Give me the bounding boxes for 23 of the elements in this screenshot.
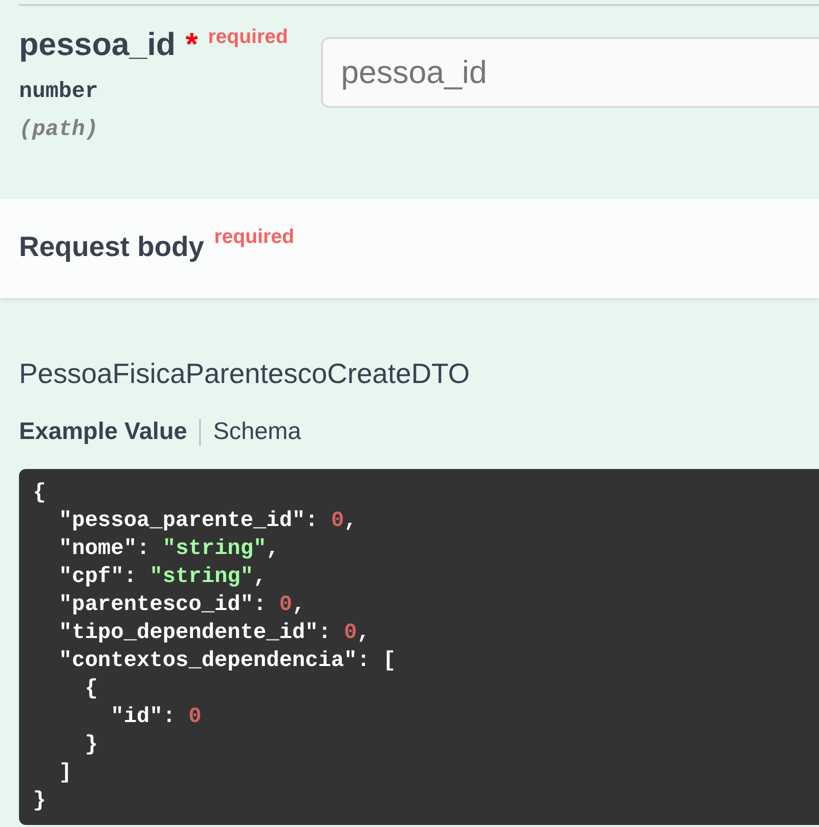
section-title: Request body (19, 231, 204, 262)
code-line: "contextos_dependencia": [ (58, 648, 396, 675)
code-line: "pessoa_parente_id": 0, (58, 508, 358, 535)
parameter-type: number (19, 79, 100, 105)
code-line: "nome": "string", (58, 536, 280, 563)
tab[interactable]: Example Value (19, 417, 188, 447)
required-asterisk: * (186, 26, 198, 62)
parameter-name: pessoa_id (19, 26, 176, 62)
code-line: "tipo_dependente_id": 0, (58, 620, 370, 647)
code-line: } (33, 788, 46, 815)
tab[interactable]: Schema (213, 417, 302, 447)
code-line: "cpf": "string", (58, 564, 266, 591)
code-line: } (84, 732, 98, 759)
code-line: { (84, 676, 98, 703)
code-line: { (33, 480, 46, 507)
required-label: required (208, 26, 288, 48)
code-line: "parentesco_id": 0, (58, 592, 306, 619)
model-name: PessoaFisicaParentescoCreateDTO (19, 357, 471, 391)
required-label: required (214, 226, 294, 248)
code-line: "id": 0 (110, 704, 202, 731)
code-line: ] (58, 760, 72, 787)
parameter-location: (path) (19, 117, 100, 143)
text-input[interactable]: pessoa_id (321, 37, 819, 108)
